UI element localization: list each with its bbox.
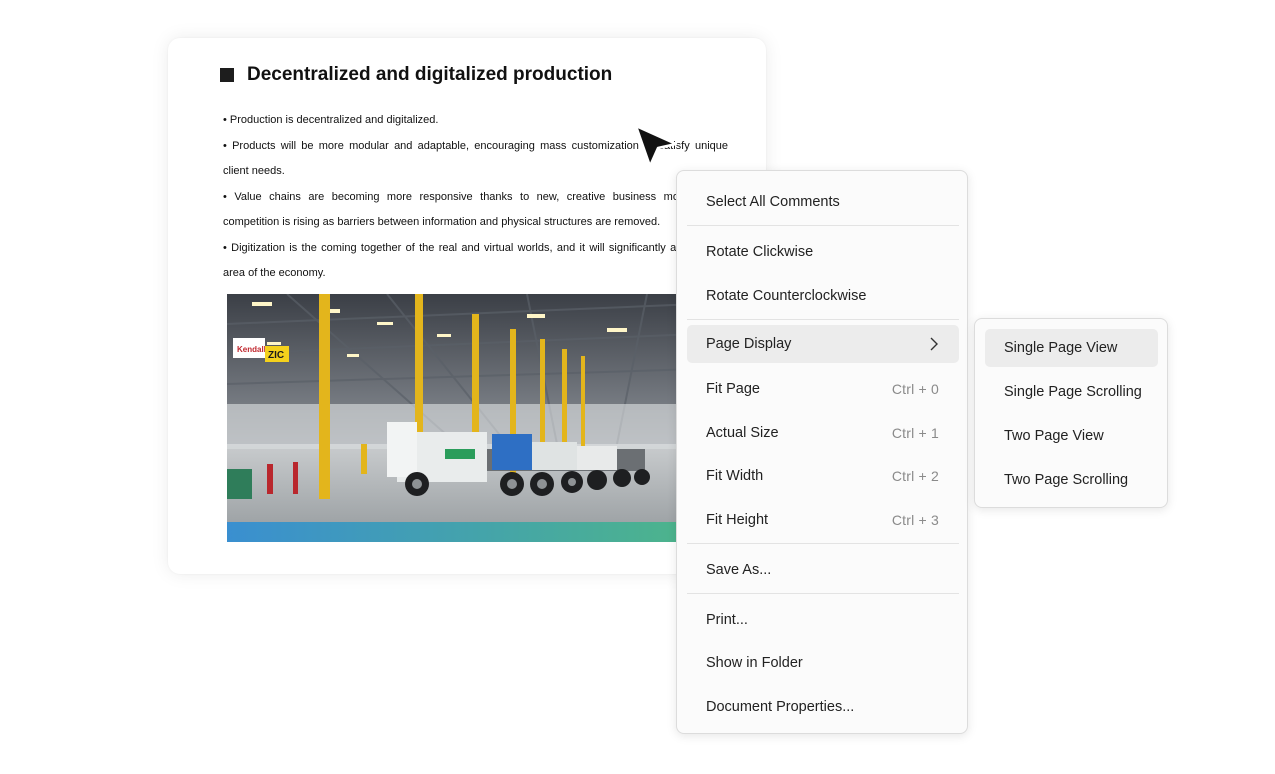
context-menu: Select All Comments Rotate Clickwise Rot… bbox=[676, 170, 968, 734]
page-display-label: Page Display bbox=[706, 336, 792, 352]
fit-height-label: Fit Height bbox=[706, 512, 769, 528]
rotate-counterclockwise-label: Rotate Counterclockwise bbox=[706, 288, 867, 304]
bullet-item: • Digitization is the coming together of… bbox=[223, 241, 728, 280]
fit-page-label: Fit Page bbox=[706, 381, 760, 397]
single-page-scrolling-item[interactable]: Single Page Scrolling bbox=[985, 373, 1158, 411]
fit-width-item[interactable]: Fit Width Ctrl + 2 bbox=[687, 457, 959, 495]
single-page-view-item[interactable]: Single Page View bbox=[985, 329, 1158, 367]
title-square-icon bbox=[220, 68, 234, 82]
document-properties-label: Document Properties... bbox=[706, 699, 855, 715]
save-as-label: Save As... bbox=[706, 562, 772, 578]
page-heading-text: Decentralized and digitalized production bbox=[247, 64, 613, 85]
fit-height-shortcut: Ctrl + 3 bbox=[891, 512, 939, 528]
show-in-folder-item[interactable]: Show in Folder bbox=[687, 644, 959, 682]
chevron-right-icon bbox=[930, 337, 938, 351]
print-label: Print... bbox=[706, 612, 748, 628]
single-page-view-label: Single Page View bbox=[1004, 340, 1118, 356]
fit-height-item[interactable]: Fit Height Ctrl + 3 bbox=[687, 501, 959, 539]
fit-page-item[interactable]: Fit Page Ctrl + 0 bbox=[687, 370, 959, 408]
cursor-arrow-icon bbox=[634, 124, 678, 168]
fit-width-label: Fit Width bbox=[706, 468, 764, 484]
actual-size-item[interactable]: Actual Size Ctrl + 1 bbox=[687, 414, 959, 452]
page-display-submenu: Single Page View Single Page Scrolling T… bbox=[974, 318, 1168, 508]
kendall-sign: Kendall bbox=[237, 345, 266, 354]
save-as-item[interactable]: Save As... bbox=[687, 551, 959, 589]
rotate-clockwise-item[interactable]: Rotate Clickwise bbox=[687, 233, 959, 271]
page-display-item[interactable]: Page Display bbox=[687, 325, 959, 363]
factory-illustration: Kendall ZIC bbox=[227, 294, 697, 542]
single-page-scrolling-label: Single Page Scrolling bbox=[1004, 384, 1142, 400]
actual-size-label: Actual Size bbox=[706, 425, 779, 441]
page-heading: Decentralized and digitalized production bbox=[220, 64, 612, 86]
menu-divider bbox=[687, 225, 959, 226]
document-properties-item[interactable]: Document Properties... bbox=[687, 688, 959, 726]
rotate-clockwise-label: Rotate Clickwise bbox=[706, 244, 814, 260]
print-item[interactable]: Print... bbox=[687, 601, 959, 639]
rotate-counterclockwise-item[interactable]: Rotate Counterclockwise bbox=[687, 277, 959, 315]
two-page-view-label: Two Page View bbox=[1004, 428, 1104, 444]
factory-photo: Kendall ZIC bbox=[227, 294, 697, 542]
select-all-comments-item[interactable]: Select All Comments bbox=[687, 183, 959, 221]
fit-width-shortcut: Ctrl + 2 bbox=[891, 468, 939, 484]
actual-size-shortcut: Ctrl + 1 bbox=[891, 425, 939, 441]
two-page-scrolling-item[interactable]: Two Page Scrolling bbox=[985, 461, 1158, 499]
select-all-comments-label: Select All Comments bbox=[706, 194, 840, 210]
menu-divider bbox=[687, 543, 959, 544]
fit-page-shortcut: Ctrl + 0 bbox=[891, 381, 939, 397]
two-page-view-item[interactable]: Two Page View bbox=[985, 417, 1158, 455]
menu-divider bbox=[687, 319, 959, 320]
bullet-item: • Value chains are becoming more respons… bbox=[223, 190, 728, 229]
show-in-folder-label: Show in Folder bbox=[706, 655, 803, 671]
two-page-scrolling-label: Two Page Scrolling bbox=[1004, 472, 1129, 488]
zic-sign: ZIC bbox=[268, 350, 284, 361]
menu-divider bbox=[687, 593, 959, 594]
